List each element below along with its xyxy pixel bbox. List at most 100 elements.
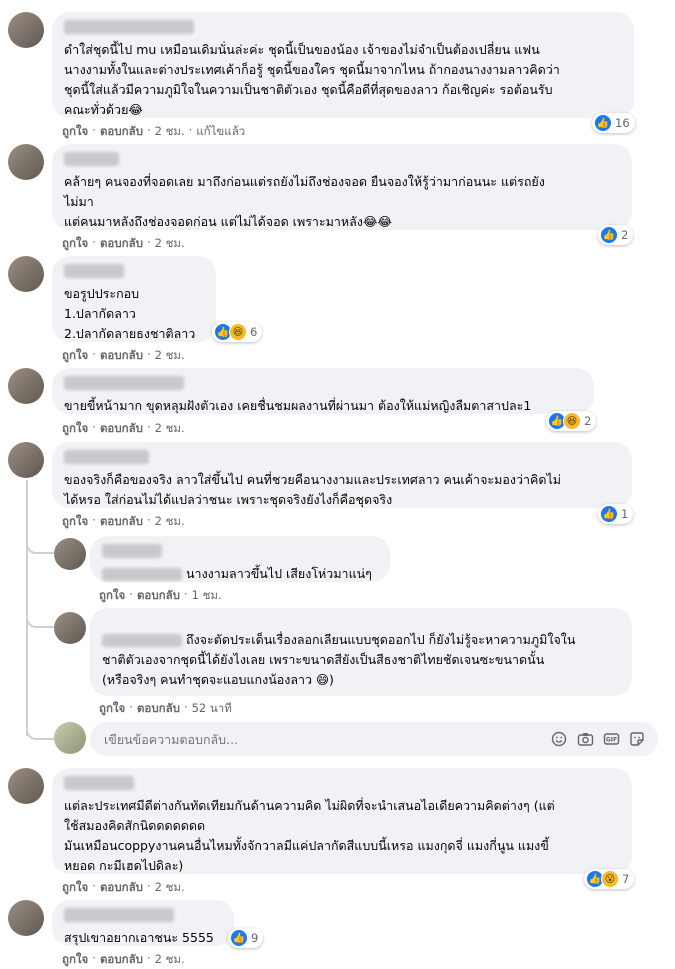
comment-text: ของจริงก็คือของจริง ลาวใส่ขึ้นไป คนที่ชว…	[64, 472, 561, 507]
reaction-summary[interactable]: 👍 😆 6	[212, 322, 263, 342]
comment-text: แต่ละประเทศมีดีต่างกันทัดเทียมกันด้านควา…	[64, 798, 555, 873]
thread-connector	[26, 530, 54, 554]
reply-button[interactable]: ตอบกลับ	[100, 951, 143, 969]
like-icon: 👍	[600, 505, 618, 523]
comment-actions: ถูกใจ · ตอบกลับ · 2 ชม. · แก้ไขแล้ว	[62, 123, 245, 141]
reply-button[interactable]: ตอบกลับ	[100, 235, 143, 253]
like-icon: 👍	[594, 114, 612, 132]
avatar[interactable]	[8, 768, 44, 804]
reaction-count: 2	[621, 228, 629, 242]
mentioned-user[interactable]	[102, 568, 182, 581]
avatar[interactable]	[8, 256, 44, 292]
timestamp[interactable]: 2 ชม.	[155, 123, 185, 141]
reply-button[interactable]: ตอบกลับ	[100, 347, 143, 365]
commenter-name[interactable]	[64, 152, 119, 166]
reaction-count: 7	[622, 872, 630, 886]
reply-input[interactable]	[102, 730, 542, 748]
like-button[interactable]: ถูกใจ	[62, 513, 88, 531]
timestamp[interactable]: 52 นาที	[192, 700, 232, 718]
comment-text: ขายขี้หน้ามาก ขุดหลุมฝังตัวเอง เคยชื่นชม…	[64, 398, 532, 413]
reply-bubble: ถึงจะตัดประเด็นเรื่องลอกเลียนแบบชุดออกไป…	[90, 608, 632, 696]
like-button[interactable]: ถูกใจ	[62, 347, 88, 365]
wow-icon: 😮	[601, 870, 619, 888]
timestamp[interactable]: 2 ชม.	[155, 235, 185, 253]
reaction-count: 2	[584, 414, 592, 428]
reaction-count: 6	[250, 325, 258, 339]
svg-text:GIF: GIF	[605, 737, 616, 744]
reply-button[interactable]: ตอบกลับ	[100, 420, 143, 438]
comment-actions: ถูกใจ · ตอบกลับ · 2 ชม.	[62, 513, 185, 531]
comment-bubble: ดำใส่ชุดนี้ไป mu เหมือนเดิมนั่นล่ะค่ะ ชุ…	[52, 12, 634, 118]
reaction-count: 1	[621, 507, 629, 521]
comment-bubble: ขายขี้หน้ามาก ขุดหลุมฝังตัวเอง เคยชื่นชม…	[52, 368, 594, 414]
comment-bubble: ของจริงก็คือของจริง ลาวใส่ขึ้นไป คนที่ชว…	[52, 442, 632, 508]
comment-actions: ถูกใจ · ตอบกลับ · 2 ชม.	[62, 951, 185, 969]
like-button[interactable]: ถูกใจ	[62, 235, 88, 253]
reply-button[interactable]: ตอบกลับ	[137, 587, 180, 605]
thread-connector	[26, 718, 54, 740]
comment-actions: ถูกใจ · ตอบกลับ · 2 ชม.	[62, 420, 185, 438]
smiley-icon[interactable]	[550, 730, 568, 748]
reaction-summary[interactable]: 👍 2	[598, 225, 634, 245]
like-button[interactable]: ถูกใจ	[99, 700, 125, 718]
timestamp[interactable]: 2 ชม.	[155, 420, 185, 438]
comment-actions: ถูกใจ · ตอบกลับ · 2 ชม.	[62, 879, 185, 897]
comment-actions: ถูกใจ · ตอบกลับ · 2 ชม.	[62, 347, 185, 365]
commenter-name[interactable]	[102, 544, 162, 558]
avatar[interactable]	[8, 900, 44, 936]
timestamp[interactable]: 1 ชม.	[192, 587, 222, 605]
avatar[interactable]	[8, 144, 44, 180]
thread-connector	[26, 604, 54, 628]
avatar[interactable]	[8, 368, 44, 404]
camera-icon[interactable]	[576, 730, 594, 748]
reply-button[interactable]: ตอบกลับ	[100, 123, 143, 141]
avatar[interactable]	[54, 538, 86, 570]
sticker-icon[interactable]	[628, 730, 646, 748]
comment-bubble: แต่ละประเทศมีดีต่างกันทัดเทียมกันด้านควา…	[52, 768, 632, 874]
commenter-name[interactable]	[64, 264, 124, 278]
like-button[interactable]: ถูกใจ	[62, 123, 88, 141]
edited-label: แก้ไขแล้ว	[196, 124, 246, 138]
like-button[interactable]: ถูกใจ	[62, 879, 88, 897]
reaction-count: 9	[251, 931, 259, 945]
reply-button[interactable]: ตอบกลับ	[100, 513, 143, 531]
reply-text: ถึงจะตัดประเด็นเรื่องลอกเลียนแบบชุดออกไป…	[102, 632, 576, 687]
comment-bubble: สรุปเขาอยากเอาชนะ 5555	[52, 900, 234, 946]
reaction-count: 16	[615, 116, 630, 130]
reply-actions: ถูกใจ · ตอบกลับ · 1 ชม.	[99, 587, 222, 605]
comment-text: ดำใส่ชุดนี้ไป mu เหมือนเดิมนั่นล่ะค่ะ ชุ…	[64, 42, 560, 117]
avatar[interactable]	[8, 12, 44, 48]
comment-text: ขอรูปประกอบ 1.ปลากัดลาว 2.ปลากัดลายธงชาต…	[64, 286, 196, 341]
commenter-name[interactable]	[64, 908, 174, 922]
avatar	[54, 722, 86, 754]
reaction-summary[interactable]: 👍 16	[592, 113, 635, 133]
reply-text: นางงามลาวขึ้นไป เสียงโห่วมาแน่ๆ	[102, 564, 378, 584]
avatar[interactable]	[8, 442, 44, 478]
like-icon: 👍	[600, 226, 618, 244]
mentioned-user[interactable]	[102, 634, 182, 647]
commenter-name[interactable]	[64, 776, 134, 790]
commenter-name[interactable]	[64, 376, 184, 390]
like-button[interactable]: ถูกใจ	[62, 951, 88, 969]
timestamp[interactable]: 2 ชม.	[155, 879, 185, 897]
like-button[interactable]: ถูกใจ	[99, 587, 125, 605]
reply-actions: ถูกใจ · ตอบกลับ · 52 นาที	[99, 700, 232, 718]
reply-composer[interactable]: GIF	[90, 722, 658, 756]
timestamp[interactable]: 2 ชม.	[155, 513, 185, 531]
reaction-summary[interactable]: 👍 😮 7	[584, 869, 635, 889]
like-button[interactable]: ถูกใจ	[62, 420, 88, 438]
haha-icon: 😆	[229, 323, 247, 341]
timestamp[interactable]: 2 ชม.	[155, 951, 185, 969]
reaction-summary[interactable]: 👍 1	[598, 504, 634, 524]
haha-icon: 😆	[563, 412, 581, 430]
reply-button[interactable]: ตอบกลับ	[100, 879, 143, 897]
avatar[interactable]	[54, 612, 86, 644]
commenter-name[interactable]	[64, 450, 149, 464]
comment-bubble: ขอรูปประกอบ 1.ปลากัดลาว 2.ปลากัดลายธงชาต…	[52, 256, 216, 342]
reply-button[interactable]: ตอบกลับ	[137, 700, 180, 718]
reaction-summary[interactable]: 👍 😆 2	[546, 411, 597, 431]
gif-icon[interactable]: GIF	[602, 730, 620, 748]
commenter-name[interactable]	[64, 20, 194, 34]
reaction-summary[interactable]: 👍 9	[228, 928, 264, 948]
timestamp[interactable]: 2 ชม.	[155, 347, 185, 365]
